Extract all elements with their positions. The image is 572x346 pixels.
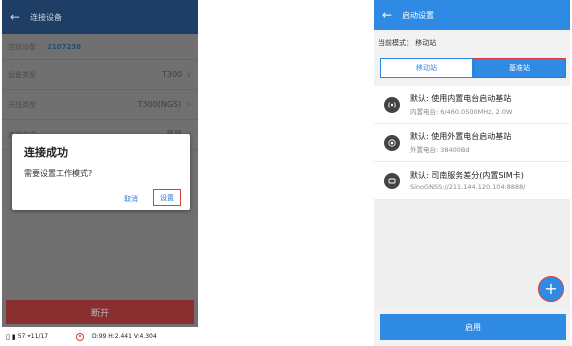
enable-button[interactable]: 启用	[380, 314, 566, 340]
list-item[interactable]: 默认: 使用外置电台启动基站 外置电台: 38400Bd	[374, 124, 570, 162]
tab-base[interactable]: 基准站	[473, 58, 566, 78]
dialog-cancel-button[interactable]: 取消	[124, 194, 138, 204]
list-item[interactable]: 默认: 司南服务差分(内置SIM卡) SinoGNSS://211.144.12…	[374, 162, 570, 200]
list-item[interactable]: 默认: 使用内置电台启动基站 内置电台: 6/460.0500MHz, 2.0W	[374, 86, 570, 124]
startup-option-list: 默认: 使用内置电台启动基站 内置电台: 6/460.0500MHz, 2.0W…	[374, 86, 570, 200]
add-button[interactable]: +	[538, 276, 564, 302]
chevron-down-icon: ∨	[186, 70, 192, 79]
current-mode-text: 当前模式： 移动站	[378, 39, 437, 47]
antenna-type-row[interactable]: 天线类型 T300(NGS) >	[2, 90, 198, 120]
dialog-title: 连接成功	[24, 146, 68, 159]
right-phone-screen: ← 启动设置 当前模式： 移动站 移动站 基准站 默认: 使用内置电台启动基站 …	[374, 0, 570, 346]
option-subtitle: 内置电台: 6/460.0500MHz, 2.0W	[410, 108, 513, 116]
mode-tabs: 移动站 基准站	[380, 58, 566, 78]
current-device-value: 2107236	[47, 42, 82, 51]
left-phone-screen: ← 连接设备 当前设备： 2107236 设备类型 T300 ∨ 天线类型 T300…	[2, 0, 198, 346]
signal-icon: ▮	[11, 332, 16, 341]
dialog-settings-button[interactable]: 设置	[153, 189, 181, 206]
dialog-message: 需要设置工作模式?	[24, 169, 93, 178]
status-bar: ▯ ▮ 57 ⌖ 11/17 D:99 H:2.441 V:4.304	[2, 327, 198, 346]
current-device-row: 当前设备： 2107236	[2, 34, 198, 60]
battery-icon: ▯	[6, 332, 10, 341]
left-header: ← 连接设备	[2, 0, 198, 34]
back-arrow-icon[interactable]: ←	[382, 8, 392, 22]
option-subtitle: SinoGNSS://211.144.120.104:8888/	[410, 183, 526, 191]
antenna-type-value: T300(NGS)	[137, 100, 182, 109]
device-type-value: T300	[161, 70, 183, 79]
status-left-value: 57	[17, 333, 26, 340]
left-header-title: 连接设备	[30, 12, 63, 22]
antenna-type-label: 天线类型	[8, 100, 36, 109]
current-device-label: 当前设备：	[8, 42, 43, 51]
connect-success-dialog: 连接成功 需要设置工作模式? 取消 设置	[12, 134, 190, 210]
record-icon	[76, 332, 85, 341]
tab-rover[interactable]: 移动站	[380, 58, 473, 78]
option-title: 默认: 司南服务差分(内置SIM卡)	[410, 171, 524, 180]
right-header-title: 启动设置	[402, 10, 435, 20]
device-type-row[interactable]: 设备类型 T300 ∨	[2, 60, 198, 90]
satellite-count: 11/17	[30, 333, 49, 340]
right-header: ← 启动设置	[374, 0, 570, 30]
antenna-icon	[384, 134, 400, 151]
back-arrow-icon[interactable]: ←	[10, 10, 20, 24]
radio-icon	[384, 96, 400, 113]
option-title: 默认: 使用外置电台启动基站	[410, 132, 512, 141]
position-readout: D:99 H:2.441 V:4.304	[92, 333, 157, 340]
device-type-label: 设备类型	[8, 70, 36, 79]
chevron-right-icon: >	[185, 100, 192, 109]
sim-card-icon	[384, 172, 400, 189]
disconnect-button[interactable]: 断开	[6, 300, 194, 324]
option-subtitle: 外置电台: 38400Bd	[410, 146, 470, 154]
option-title: 默认: 使用内置电台启动基站	[410, 94, 512, 103]
